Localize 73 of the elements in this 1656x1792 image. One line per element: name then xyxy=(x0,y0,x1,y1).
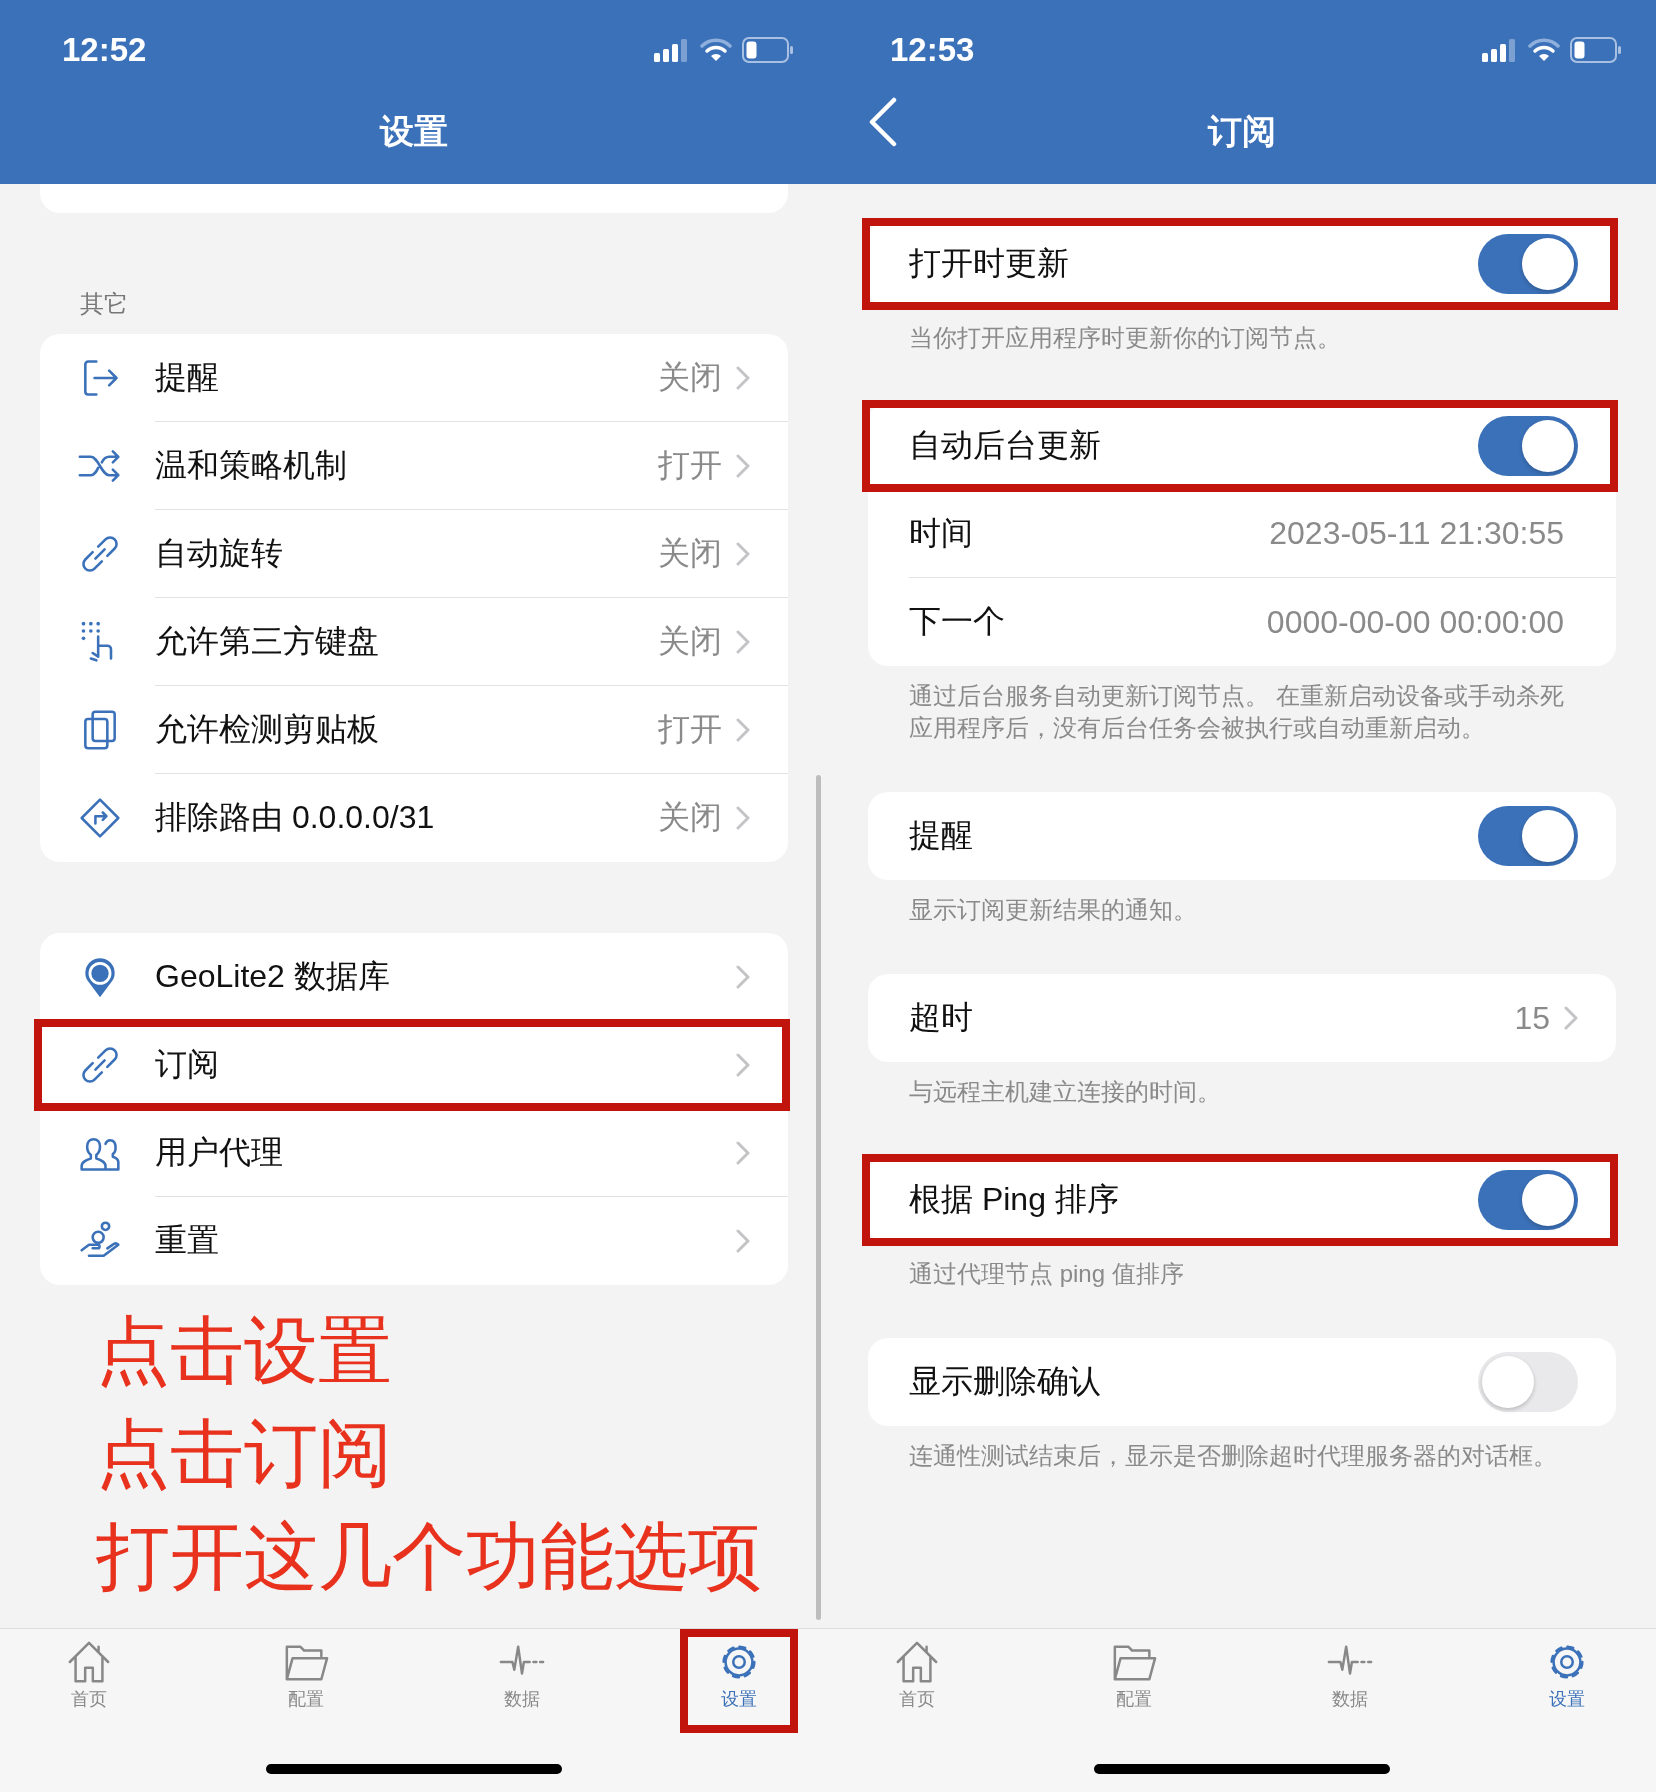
chevron-icon[interactable] xyxy=(736,541,750,566)
row-value: 0000-00-00 00:00:00 xyxy=(1266,603,1564,641)
turn-sign-icon xyxy=(78,796,122,840)
tab-item[interactable]: 设置 xyxy=(1516,1639,1617,1711)
row-value: 关闭 xyxy=(658,798,722,837)
row-value: 关闭 xyxy=(658,621,722,661)
row-value: 15 xyxy=(1514,999,1550,1037)
home-icon xyxy=(894,1639,940,1685)
row-label: 用户代理 xyxy=(155,1132,284,1172)
back-icon[interactable] xyxy=(868,97,898,147)
status-time: 12:53 xyxy=(890,31,975,69)
section-footer: 连通性测试结束后，显示是否删除超时代理服务器的对话框。 xyxy=(868,1426,1616,1472)
nav-title: 设置 xyxy=(380,111,448,152)
row-label: 排除路由 0.0.0.0/31 xyxy=(155,798,436,837)
row-value: 关闭 xyxy=(658,357,722,397)
section-header: 其它 xyxy=(79,289,129,319)
row-label: GeoLite2 数据库 xyxy=(155,956,391,996)
annotation-text: 点击订阅 xyxy=(96,1411,393,1497)
battery-icon xyxy=(742,37,794,63)
wifi-icon xyxy=(1528,38,1560,62)
battery-icon xyxy=(1570,37,1622,63)
section-footer: 显示订阅更新结果的通知。 xyxy=(868,880,1616,926)
chevron-icon[interactable] xyxy=(736,1229,750,1253)
row-value: 打开 xyxy=(658,709,722,749)
row-label: 自动旋转 xyxy=(155,533,284,573)
section-footer: 与远程主机建立连接的时间。 xyxy=(868,1062,1616,1108)
tab-item[interactable]: 配置 xyxy=(255,1639,356,1711)
chevron-icon[interactable] xyxy=(736,629,750,654)
row-label: 打开时更新 xyxy=(909,244,1070,283)
wifi-icon xyxy=(700,38,732,62)
row-label: 提醒 xyxy=(909,816,974,855)
row-value: 关闭 xyxy=(658,533,722,573)
row-label: 自动后台更新 xyxy=(909,425,1102,465)
tab-item[interactable]: 数据 xyxy=(472,1639,573,1711)
signal-icon xyxy=(1482,38,1518,62)
tab-item[interactable]: 设置 xyxy=(688,1639,789,1711)
chevron-icon[interactable] xyxy=(736,964,750,989)
row-label: 根据 Ping 排序 xyxy=(909,1180,1120,1219)
annotation-text: 打开这几个功能选项 xyxy=(96,1514,763,1600)
row-value: 2023-05-11 21:30:55 xyxy=(1269,515,1564,552)
chevron-icon[interactable] xyxy=(736,1052,750,1077)
tab-item[interactable]: 首页 xyxy=(867,1639,967,1711)
row-label: 提醒 xyxy=(155,357,220,397)
row-label: 下一个 xyxy=(909,602,1006,641)
chevron-icon[interactable] xyxy=(736,717,750,742)
annotation-text: 点击设置 xyxy=(96,1308,393,1394)
tab-item[interactable]: 数据 xyxy=(1300,1639,1401,1711)
chevron-icon[interactable] xyxy=(736,365,750,390)
row-value: 打开 xyxy=(658,445,722,485)
row-label: 重置 xyxy=(155,1221,220,1260)
row-label: 超时 xyxy=(909,998,974,1037)
toggle-switch[interactable] xyxy=(1478,806,1578,866)
nav-title: 订阅 xyxy=(1208,111,1276,152)
status-time: 12:52 xyxy=(62,31,147,69)
signal-icon xyxy=(654,38,690,62)
home-icon xyxy=(66,1639,112,1685)
chevron-icon[interactable] xyxy=(736,453,750,478)
chevron-icon[interactable] xyxy=(736,1140,750,1165)
tab-item[interactable]: 首页 xyxy=(39,1639,139,1711)
row-label: 允许第三方键盘 xyxy=(155,621,380,661)
chevron-icon[interactable] xyxy=(1564,1006,1578,1030)
row-label: 允许检测剪贴板 xyxy=(155,709,380,749)
row-label: 订阅 xyxy=(155,1044,220,1084)
section-footer: 通过代理节点 ping 值排序 xyxy=(868,1244,1616,1290)
row-label: 温和策略机制 xyxy=(155,445,348,485)
toggle-switch[interactable] xyxy=(1478,1170,1578,1230)
toggle-switch[interactable] xyxy=(1478,234,1578,294)
row-label: 时间 xyxy=(909,513,974,553)
section-footer: 当你打开应用程序时更新你的订阅节点。 xyxy=(868,308,1616,354)
tab-item[interactable]: 配置 xyxy=(1083,1639,1184,1711)
section-footer: 通过后台服务自动更新订阅节点。 在重新启动设备或手动杀死应用程序后，没有后台任务会被执行或自动重新启动。 xyxy=(868,666,1616,744)
chevron-icon[interactable] xyxy=(736,806,750,830)
row-label: 显示删除确认 xyxy=(909,1362,1102,1401)
